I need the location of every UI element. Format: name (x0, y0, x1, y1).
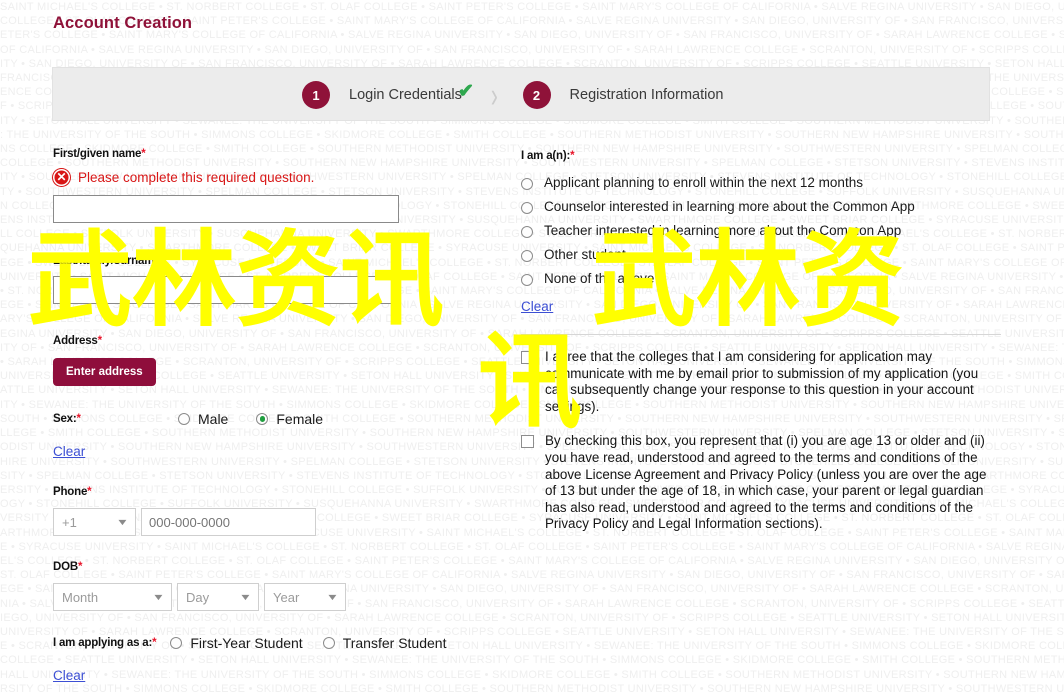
sex-label: Sex:* (53, 413, 81, 425)
field-last-name: Last/family/surname* (53, 255, 473, 304)
field-phone: Phone* +1 ▼ (53, 486, 473, 536)
first-name-error-text: Please complete this required question. (78, 170, 315, 185)
field-dob: DOB* Month ▼ Day ▼ Year ▼ (53, 561, 473, 611)
checkbox-terms-consent[interactable] (521, 435, 534, 449)
dob-year-value: Year (273, 589, 300, 605)
required-asterisk: * (87, 486, 92, 498)
chevron-down-icon: ▼ (115, 517, 130, 527)
dob-day-value: Day (186, 589, 210, 605)
i-am-a-option-3-label: Other student (544, 247, 626, 262)
right-form-column: I am a(n):* Applicant planning to enroll… (521, 150, 1001, 551)
sex-option-male-label: Male (198, 411, 229, 427)
dob-label: DOB* (53, 561, 83, 573)
sex-option-female-label: Female (276, 411, 324, 427)
step-2-label: Registration Information (569, 87, 724, 103)
section-divider (521, 334, 1001, 335)
applying-as-row: I am applying as a:* First-Year Student … (53, 635, 473, 651)
radio-transfer-student[interactable] (322, 637, 335, 649)
field-first-name: First/given name* ✕ Please complete this… (53, 148, 473, 223)
required-asterisk: * (570, 150, 575, 162)
first-name-label: First/given name* (53, 148, 146, 160)
last-name-input[interactable] (53, 276, 399, 304)
left-form-column: First/given name* ✕ Please complete this… (53, 148, 473, 685)
chevron-down-icon: ▼ (325, 592, 340, 602)
sex-row: Sex:* Male Female (53, 411, 473, 427)
field-applying-as: I am applying as a:* First-Year Student … (53, 635, 473, 685)
phone-country-code-value: +1 (62, 514, 77, 530)
phone-country-code-select[interactable]: +1 ▼ (53, 508, 136, 536)
dob-month-value: Month (62, 589, 99, 605)
i-am-a-option-other-student[interactable]: Other student (521, 247, 1001, 262)
chevron-down-icon: ▼ (238, 592, 253, 602)
field-sex: Sex:* Male Female Clear (53, 411, 473, 461)
radio-teacher[interactable] (521, 226, 533, 238)
required-asterisk: * (97, 335, 102, 347)
consent-email-text: I agree that the colleges that I am cons… (545, 349, 979, 414)
dob-month-select[interactable]: Month ▼ (53, 583, 172, 611)
required-asterisk: * (152, 637, 157, 649)
required-asterisk: * (141, 148, 146, 160)
step-login-credentials[interactable]: 1 ✔ Login Credentials (302, 81, 474, 109)
address-label: Address* (53, 335, 102, 347)
i-am-a-option-none[interactable]: None of the above (521, 271, 1001, 286)
radio-female[interactable] (256, 413, 269, 425)
dob-day-select[interactable]: Day ▼ (177, 583, 259, 611)
dob-year-select[interactable]: Year ▼ (264, 583, 346, 611)
i-am-a-options: Applicant planning to enroll within the … (521, 175, 1001, 286)
applying-as-label: I am applying as a:* (53, 637, 157, 649)
checkbox-email-consent[interactable] (521, 351, 534, 364)
required-asterisk: * (160, 255, 165, 267)
sex-option-female[interactable]: Female (256, 411, 323, 427)
i-am-a-option-0-label: Applicant planning to enroll within the … (544, 175, 863, 190)
i-am-a-clear-link[interactable]: Clear (521, 299, 553, 314)
step-1-label: Login Credentials (349, 87, 462, 103)
first-name-error: ✕ Please complete this required question… (53, 169, 473, 186)
required-asterisk: * (76, 413, 81, 425)
step-complete-check-icon: ✔ (457, 81, 474, 102)
phone-label: Phone* (53, 486, 92, 498)
step-registration-information[interactable]: 2 Registration Information (522, 81, 724, 109)
first-name-input[interactable] (53, 195, 399, 223)
required-asterisk: * (77, 561, 83, 573)
consent-terms-text: By checking this box, you represent that… (545, 433, 987, 532)
page-title: Account Creation (53, 14, 193, 32)
i-am-a-option-teacher[interactable]: Teacher interested in learning more abou… (521, 223, 1001, 238)
radio-other-student[interactable] (521, 250, 533, 262)
i-am-a-option-1-label: Counselor interested in learning more ab… (544, 199, 915, 214)
i-am-a-option-applicant[interactable]: Applicant planning to enroll within the … (521, 175, 1001, 190)
applying-as-option-first-year[interactable]: First-Year Student (170, 635, 303, 651)
phone-number-input[interactable] (141, 508, 316, 536)
applying-as-first-year-label: First-Year Student (190, 635, 303, 651)
radio-male[interactable] (178, 413, 190, 425)
i-am-a-option-2-label: Teacher interested in learning more abou… (544, 223, 902, 238)
enter-address-button[interactable]: Enter address (53, 358, 156, 386)
chevron-down-icon: ▼ (151, 592, 166, 602)
progress-step-bar: 1 ✔ Login Credentials › 2 Registration I… (52, 67, 990, 121)
sex-option-male[interactable]: Male (178, 411, 228, 427)
consent-terms-row[interactable]: By checking this box, you represent that… (521, 433, 1001, 533)
radio-first-year-student[interactable] (170, 637, 183, 649)
radio-none-of-the-above[interactable] (521, 274, 533, 286)
radio-counselor[interactable] (521, 202, 533, 214)
i-am-a-label: I am a(n):* (521, 150, 575, 162)
error-x-icon: ✕ (53, 169, 70, 186)
field-address: Address* Enter address (53, 335, 473, 386)
i-am-a-option-4-label: None of the above (544, 271, 655, 286)
chevron-right-icon: › (490, 74, 498, 116)
step-1-number: 1 (302, 81, 330, 109)
last-name-label: Last/family/surname* (53, 255, 165, 267)
account-creation-page: Account Creation 1 ✔ Login Credentials ›… (0, 0, 1064, 697)
step-2-number: 2 (522, 81, 551, 109)
consent-email-row[interactable]: I agree that the colleges that I am cons… (521, 349, 1001, 415)
applying-as-clear-link[interactable]: Clear (53, 668, 85, 683)
applying-as-option-transfer[interactable]: Transfer Student (322, 635, 447, 651)
radio-applicant[interactable] (521, 178, 533, 190)
sex-clear-link[interactable]: Clear (53, 444, 85, 459)
i-am-a-option-counselor[interactable]: Counselor interested in learning more ab… (521, 199, 1001, 214)
applying-as-transfer-label: Transfer Student (342, 635, 447, 651)
